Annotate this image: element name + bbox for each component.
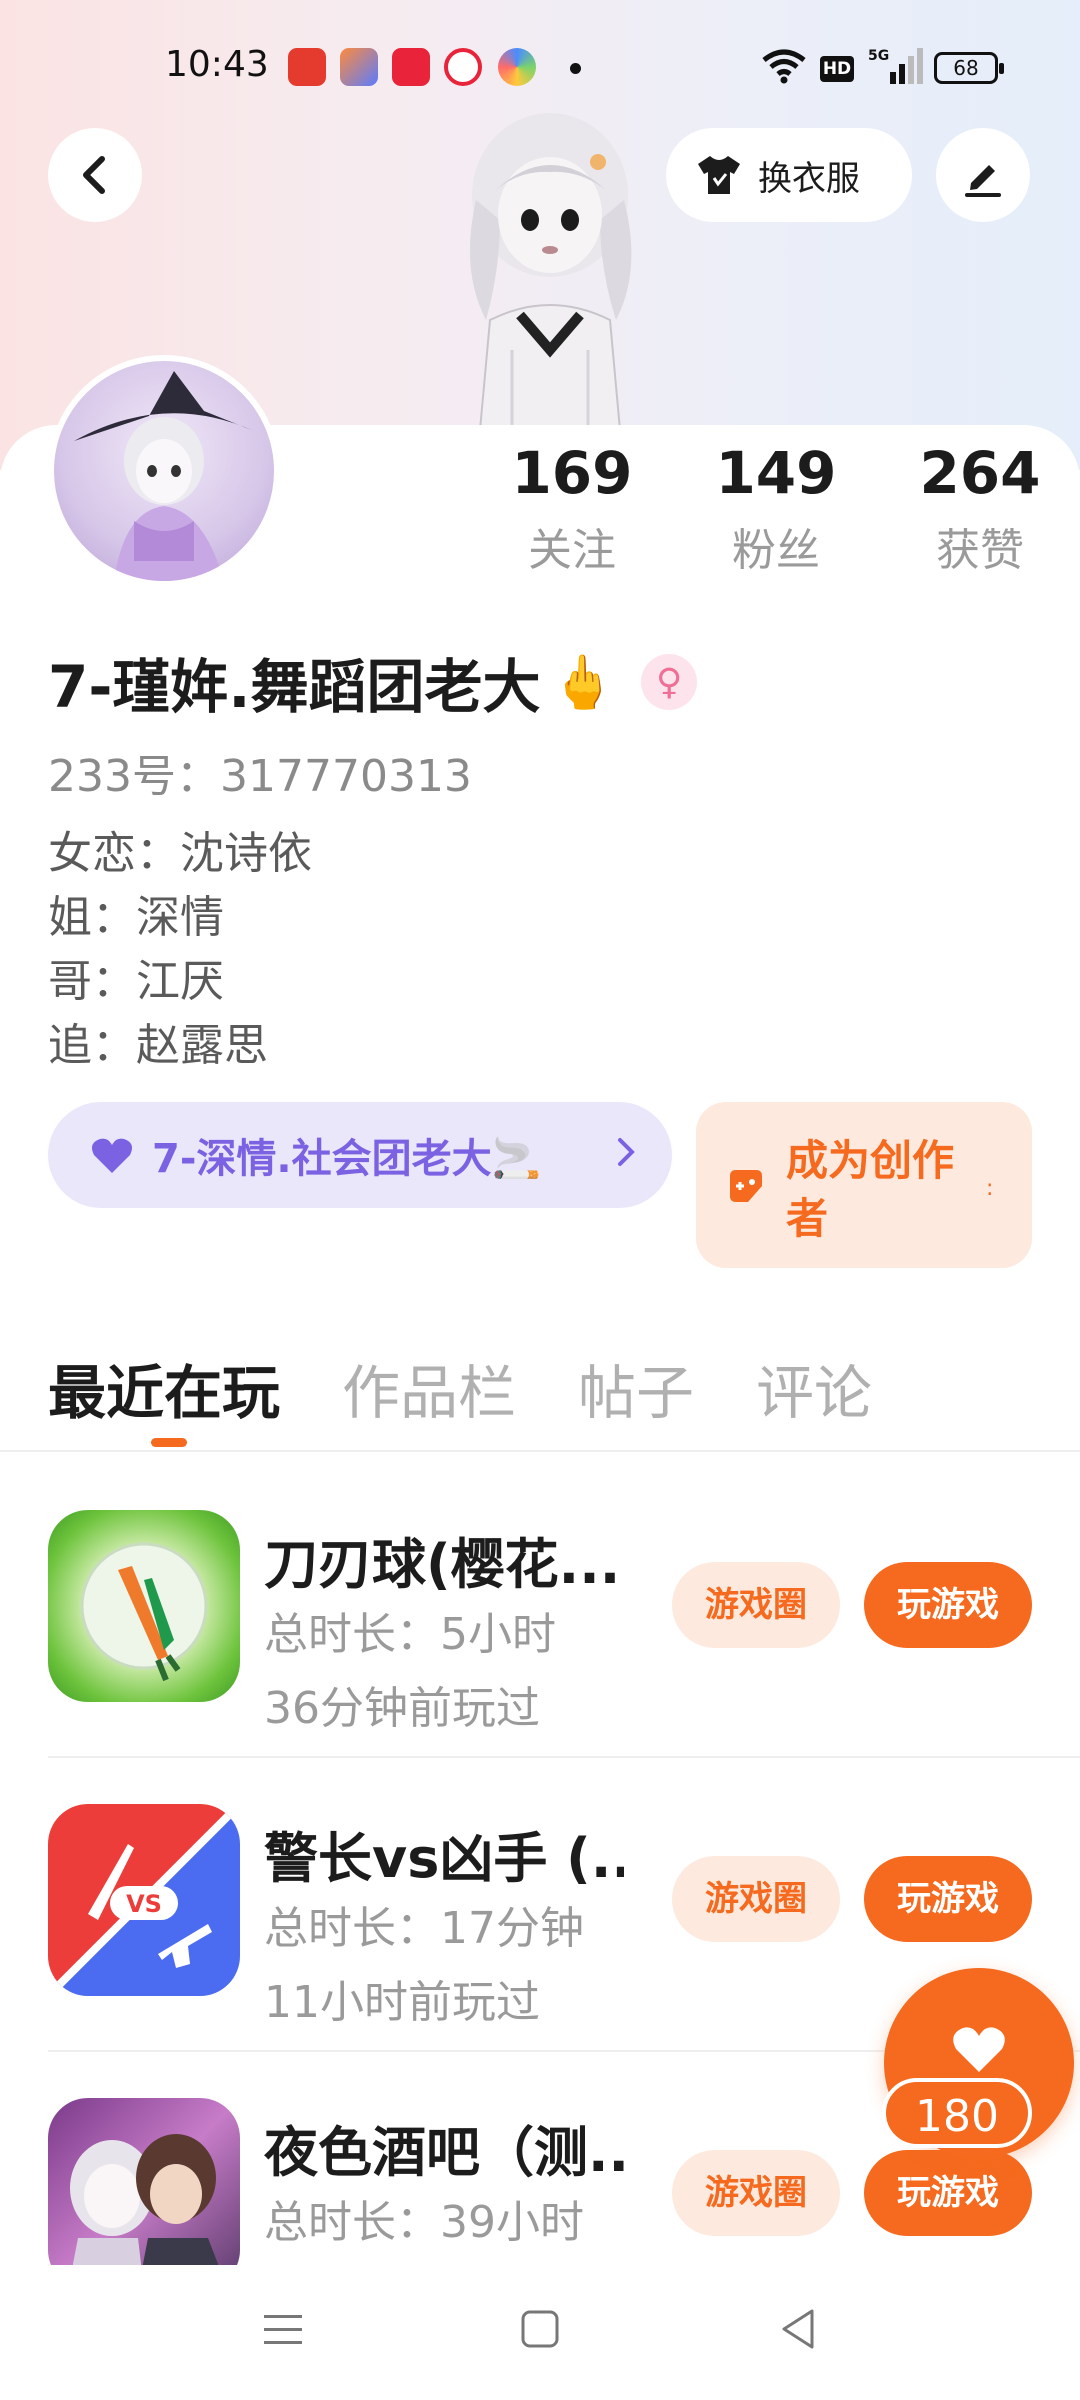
become-creator-card[interactable]: 成为创作者 : — [696, 1102, 1032, 1268]
stat-following-value: 169 — [511, 439, 633, 507]
bio-line: 姐：深情 — [48, 892, 224, 943]
game-list-item[interactable]: 刀刃球(樱花... 总时长：5小时 36分钟前玩过 游戏圈 玩游戏 — [0, 1470, 1080, 1750]
hand-emoji: 🖕 — [550, 652, 616, 713]
like-count-badge: 180 — [882, 2078, 1032, 2148]
become-creator-label: 成为创作者 — [786, 1136, 955, 1243]
game-duration: 总时长：39小时 — [264, 2197, 584, 2248]
game-icon-sheriff-vs-murderer: VS — [48, 1804, 240, 1996]
signal-5g-icon: 5G — [868, 48, 923, 84]
user-id: 233号：317770313 — [48, 751, 472, 802]
stat-likes[interactable]: 264 获赞 — [878, 438, 1080, 578]
change-outfit-button[interactable]: 换衣服 — [666, 128, 912, 222]
purple-heart-icon — [92, 1138, 132, 1173]
game-duration: 总时长：17分钟 — [264, 1903, 584, 1954]
record-app-icon — [444, 48, 482, 86]
stat-fans-value: 149 — [715, 439, 837, 507]
cp-relation-label: 7-深情.社会团老大🚬 — [152, 1136, 542, 1182]
status-time: 10:43 — [165, 44, 269, 85]
tab-divider — [0, 1450, 1080, 1452]
blade-icon — [80, 1542, 208, 1682]
vs-split-icon: VS — [48, 1804, 240, 1996]
shirt-icon — [698, 156, 740, 194]
chevron-left-icon — [83, 156, 105, 194]
profile-bio: 女恋：沈诗依 姐：深情 哥：江厌 追：赵露思 — [48, 822, 312, 1078]
game-meta: 总时长：39小时 — [264, 2186, 584, 2260]
svg-text:5G: 5G — [868, 48, 889, 64]
game-meta: 总时长：5小时 36分钟前玩过 — [264, 1598, 556, 1746]
female-gender-icon: ♀ — [641, 654, 698, 710]
stat-following[interactable]: 169 关注 — [470, 438, 674, 578]
profile-stats: 169 关注 149 粉丝 264 获赞 — [470, 438, 1080, 578]
profile-avatar[interactable] — [48, 355, 280, 587]
game-circle-button[interactable]: 游戏圈 — [672, 1562, 840, 1648]
game-circle-button[interactable]: 游戏圈 — [672, 1856, 840, 1942]
edit-profile-button[interactable] — [936, 128, 1030, 222]
play-game-button[interactable]: 玩游戏 — [864, 1562, 1032, 1648]
game-last-played: 36分钟前玩过 — [264, 1683, 540, 1734]
game-circle-button[interactable]: 游戏圈 — [672, 2150, 840, 2236]
menu-icon[interactable] — [262, 2311, 304, 2349]
heart-icon — [953, 2027, 1005, 2072]
gamepad-plus-icon — [730, 1170, 762, 1202]
bio-line: 追：赵露思 — [48, 1020, 268, 1071]
profile-name-row: 7-瑾姩.舞蹈团老大 🖕 ♀ — [48, 640, 698, 724]
hd-badge: HD — [820, 56, 854, 82]
edit-pencil-icon — [965, 165, 1001, 197]
change-outfit-label: 换衣服 — [758, 158, 860, 199]
chevron-right-icon — [618, 1138, 635, 1166]
more-dots-icon: : — [986, 1176, 994, 1201]
night-bar-couple-icon — [68, 2134, 228, 2290]
cp-relation-pill[interactable]: 7-深情.社会团老大🚬 — [48, 1102, 672, 1208]
stat-likes-value: 264 — [919, 439, 1041, 507]
row-divider — [48, 1756, 1080, 1758]
avatar-3d-figure — [469, 113, 632, 430]
game-last-played: 11小时前玩过 — [264, 1977, 540, 2028]
stat-likes-label: 获赞 — [936, 525, 1024, 576]
browser-app-icon — [498, 48, 536, 86]
bio-line: 女恋：沈诗依 — [48, 828, 312, 879]
game-duration: 总时长：5小时 — [264, 1609, 556, 1660]
tab-comments[interactable]: 评论 — [756, 1346, 872, 1430]
wifi-icon — [762, 49, 806, 84]
game-icon-blade-ball — [48, 1510, 240, 1702]
active-tab-indicator — [151, 1438, 187, 1447]
game-meta: 总时长：17分钟 11小时前玩过 — [264, 1892, 584, 2040]
game-icon-night-bar — [48, 2098, 240, 2290]
video-app-icon — [392, 48, 430, 86]
stat-fans[interactable]: 149 粉丝 — [674, 438, 878, 578]
back-triangle-icon[interactable] — [778, 2307, 818, 2351]
system-nav-bar — [0, 2265, 1080, 2400]
game-title: 夜色酒吧（测... — [264, 2121, 624, 2184]
game-title: 刀刃球(樱花... — [264, 1533, 621, 1596]
news-app-icon — [288, 48, 326, 86]
stat-following-label: 关注 — [528, 525, 616, 576]
home-icon[interactable] — [520, 2309, 560, 2349]
bio-line: 哥：江厌 — [48, 956, 224, 1007]
tab-posts[interactable]: 帖子 — [578, 1346, 694, 1430]
shortcut-app-icon — [340, 48, 378, 86]
battery-indicator: 68 — [934, 52, 1004, 84]
play-game-button[interactable]: 玩游戏 — [864, 1856, 1032, 1942]
more-notifications-icon — [570, 63, 581, 74]
avatar-witch-figure — [74, 371, 254, 581]
vs-icon-text: VS — [126, 1890, 162, 1918]
game-title: 警长vs凶手 (... — [264, 1827, 624, 1890]
profile-name: 7-瑾姩.舞蹈团老大 — [48, 653, 541, 721]
tab-recently-played[interactable]: 最近在玩 — [48, 1346, 280, 1430]
tab-works[interactable]: 作品栏 — [342, 1346, 516, 1430]
play-game-button[interactable]: 玩游戏 — [864, 2150, 1032, 2236]
back-button[interactable] — [48, 128, 142, 222]
profile-tabs: 最近在玩 作品栏 帖子 评论 — [48, 1346, 934, 1430]
stat-fans-label: 粉丝 — [732, 525, 820, 576]
